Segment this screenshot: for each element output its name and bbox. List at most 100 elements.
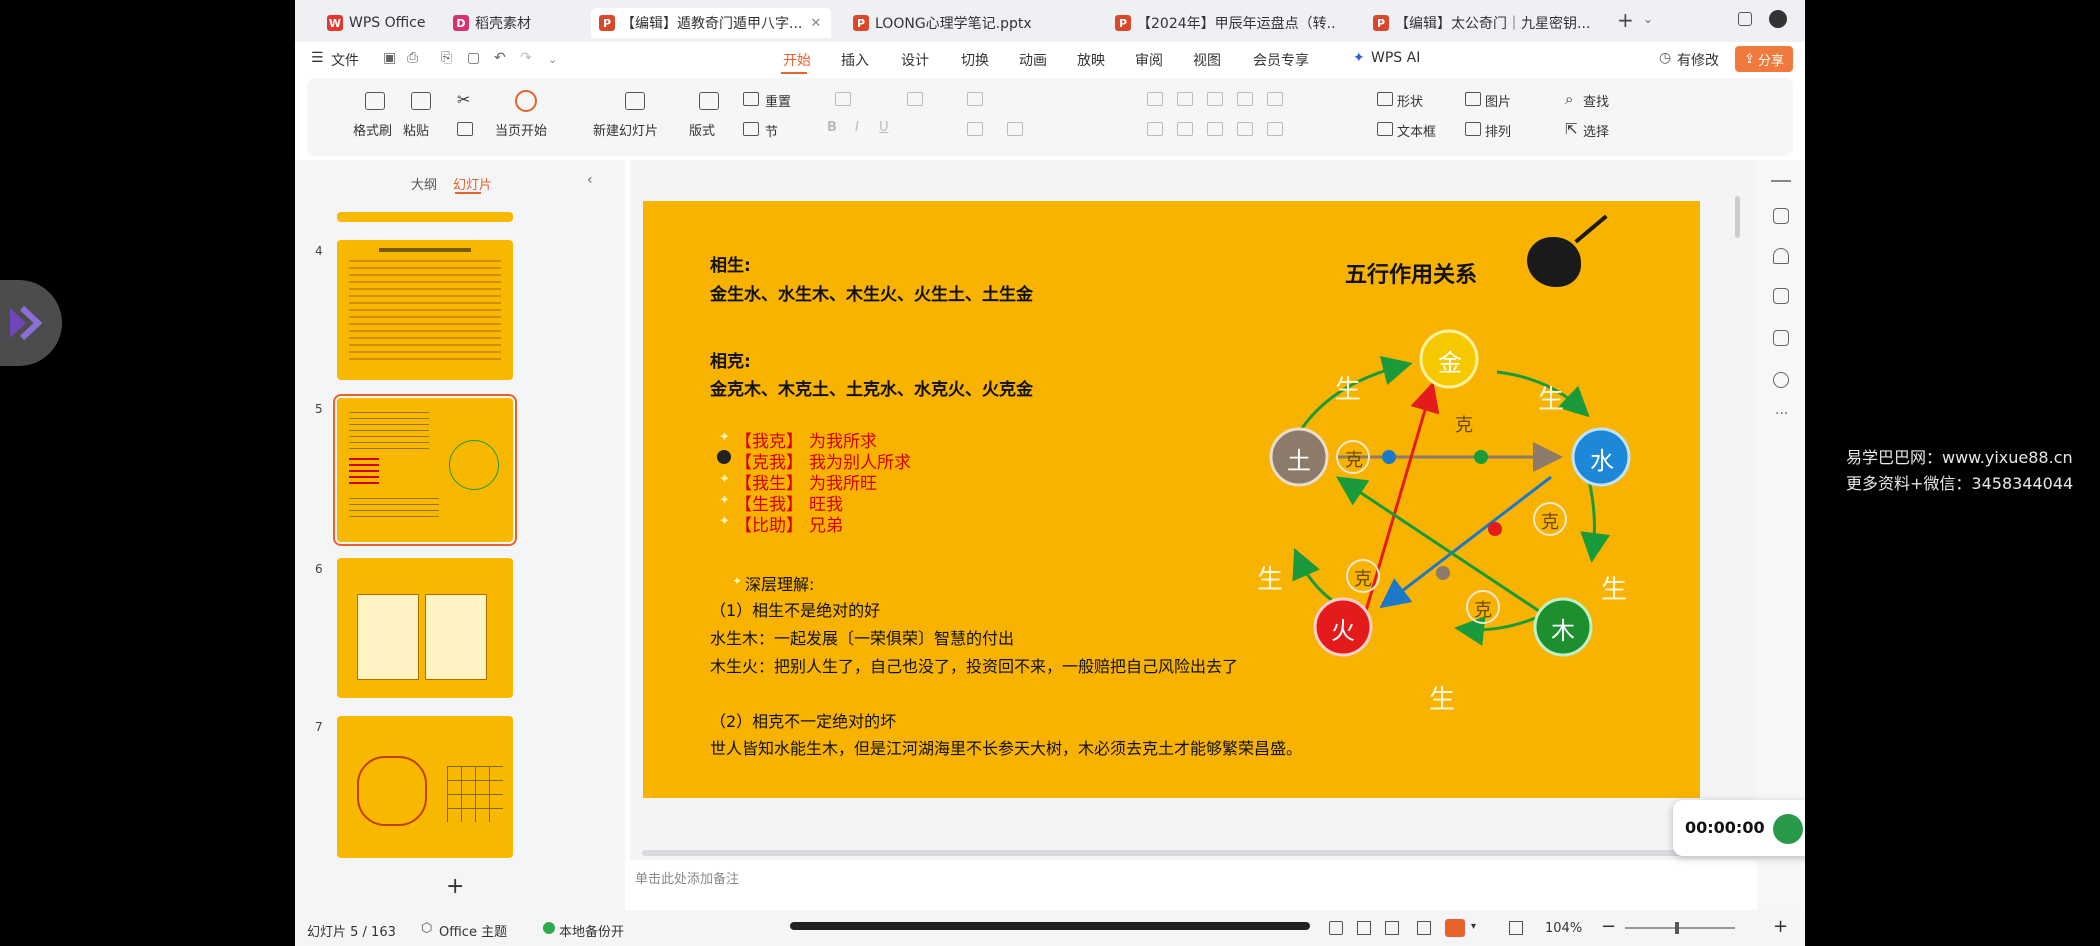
- local-backup-toggle[interactable]: 本地备份开: [559, 921, 624, 940]
- textbox-button[interactable]: 文本框: [1397, 121, 1436, 140]
- tab-2024-review[interactable]: P 【2024年】甲辰年运盘点（转...: [1107, 8, 1337, 38]
- font-family-dropdown[interactable]: [835, 92, 851, 106]
- format-painter-button[interactable]: 格式刷: [353, 120, 392, 139]
- picture-icon[interactable]: [1465, 92, 1481, 106]
- picture-button[interactable]: 图片: [1485, 91, 1511, 110]
- slide-thumbnail-6[interactable]: [337, 558, 513, 698]
- preview-icon[interactable]: ▢: [467, 50, 480, 66]
- slide-thumbnail-3-partial[interactable]: [337, 212, 513, 222]
- menu-tab-slideshow[interactable]: 放映: [1077, 50, 1105, 70]
- slide-sorter-icon[interactable]: [1357, 921, 1371, 935]
- menu-tab-wps-ai[interactable]: WPS AI: [1371, 50, 1420, 66]
- numbering-icon[interactable]: [1177, 92, 1193, 106]
- print-icon[interactable]: ⎘: [441, 50, 452, 66]
- tab-wps-office[interactable]: W WPS Office: [319, 8, 439, 38]
- tab-taigong-qimen[interactable]: P 【编辑】太公奇门｜九星密钥...: [1365, 8, 1595, 38]
- zoom-slider-thumb[interactable]: [1675, 922, 1679, 934]
- fit-window-icon[interactable]: [1509, 921, 1523, 935]
- textbox-icon[interactable]: [1377, 122, 1393, 136]
- cursor-icon[interactable]: ⇱: [1565, 120, 1578, 138]
- layout-button[interactable]: 版式: [689, 120, 715, 139]
- play-from-current-button[interactable]: 当页开始: [495, 120, 547, 139]
- font-size-dropdown[interactable]: [907, 92, 923, 106]
- menu-tab-view[interactable]: 视图: [1193, 50, 1221, 70]
- menu-tab-review[interactable]: 审阅: [1135, 50, 1163, 70]
- save-icon[interactable]: ▣: [383, 50, 396, 66]
- underline-icon[interactable]: U: [879, 120, 889, 135]
- tab-docer[interactable]: D 稻壳素材: [445, 8, 585, 38]
- tab-slides[interactable]: 幻灯片: [453, 174, 492, 193]
- font-color-icon[interactable]: [967, 122, 983, 136]
- hamburger-icon[interactable]: ☰: [311, 50, 324, 66]
- bold-icon[interactable]: B: [827, 120, 837, 135]
- section-button[interactable]: 节: [765, 121, 778, 140]
- current-slide[interactable]: 相生: 金生水、水生木、木生火、火生土、土生金 相克: 金克木、木克土、土克水、…: [643, 201, 1700, 798]
- slide-thumbnail-4[interactable]: [337, 240, 513, 380]
- notes-input[interactable]: 单击此处添加备注: [635, 868, 739, 887]
- tab-list-chevron-icon[interactable]: ⌄: [1643, 12, 1653, 26]
- slide-thumbnail-5-selected[interactable]: [333, 394, 517, 546]
- zoom-in-button[interactable]: +: [1773, 916, 1788, 937]
- reset-icon[interactable]: [743, 92, 759, 106]
- distribute-icon[interactable]: [1267, 122, 1283, 136]
- has-edit-button[interactable]: 有修改: [1677, 50, 1719, 70]
- slideshow-chevron-icon[interactable]: ▾: [1471, 921, 1476, 932]
- shape-button[interactable]: 形状: [1397, 91, 1423, 110]
- shape-icon[interactable]: [1377, 92, 1393, 106]
- arrange-icon[interactable]: [1465, 122, 1481, 136]
- more-icon[interactable]: ···: [1775, 406, 1788, 422]
- horizontal-scrollbar[interactable]: [642, 850, 1692, 856]
- highlight-icon[interactable]: [1007, 122, 1023, 136]
- play-icon[interactable]: [515, 90, 537, 112]
- justify-icon[interactable]: [1237, 122, 1253, 136]
- undo-icon[interactable]: ↶: [494, 50, 506, 66]
- presenter-icon[interactable]: [1417, 921, 1431, 935]
- zoom-level[interactable]: 104%: [1545, 921, 1582, 936]
- export-pdf-icon[interactable]: ⎙: [407, 50, 418, 66]
- edit-image-icon[interactable]: [1773, 330, 1789, 346]
- settings-sliders-icon[interactable]: [1773, 208, 1789, 224]
- normal-view-icon[interactable]: [1329, 921, 1343, 935]
- menu-tab-insert[interactable]: 插入: [841, 50, 869, 70]
- mascot-icon[interactable]: [1773, 814, 1803, 844]
- new-slide-button[interactable]: 新建幻灯片: [593, 120, 658, 139]
- align-left-icon[interactable]: [1147, 122, 1163, 136]
- menu-tab-transition[interactable]: 切换: [961, 50, 989, 70]
- history-icon[interactable]: [1773, 372, 1789, 388]
- select-button[interactable]: 选择: [1583, 121, 1609, 140]
- tab-outline[interactable]: 大纲: [411, 174, 437, 193]
- bullets-icon[interactable]: [1147, 92, 1163, 106]
- copy-layer-icon[interactable]: [1773, 288, 1789, 304]
- copy-icon[interactable]: [457, 122, 473, 136]
- share-button[interactable]: ⇪ 分享: [1735, 46, 1793, 72]
- play-slideshow-button[interactable]: [1445, 919, 1465, 937]
- star-icon[interactable]: [1773, 248, 1789, 264]
- tab-active-presentation[interactable]: P 【编辑】遁教奇门遁甲八字... ✕: [591, 8, 831, 38]
- vertical-scrollbar[interactable]: [1735, 196, 1740, 238]
- menu-tab-home[interactable]: 开始: [783, 50, 811, 70]
- align-center-icon[interactable]: [1177, 122, 1193, 136]
- format-painter-icon[interactable]: [365, 92, 385, 110]
- arrange-button[interactable]: 排列: [1485, 121, 1511, 140]
- avatar[interactable]: [1769, 10, 1787, 28]
- reading-view-icon[interactable]: [1385, 921, 1399, 935]
- line-spacing-icon[interactable]: [1267, 92, 1283, 106]
- new-slide-icon[interactable]: [625, 92, 645, 110]
- redo-icon[interactable]: ↷: [520, 50, 532, 66]
- collapse-panel-chevron-icon[interactable]: ‹: [587, 172, 593, 188]
- tab-loong-notes[interactable]: P LOONG心理学笔记.pptx: [845, 8, 1075, 38]
- menu-tab-member[interactable]: 会员专享: [1253, 50, 1309, 70]
- reset-button[interactable]: 重置: [765, 91, 791, 110]
- close-icon[interactable]: ✕: [810, 16, 821, 31]
- search-icon[interactable]: ⌕: [1565, 90, 1573, 108]
- find-button[interactable]: 查找: [1583, 91, 1609, 110]
- cut-icon[interactable]: ✂: [457, 90, 470, 109]
- slide-thumbnail-7[interactable]: [337, 716, 513, 858]
- theme-name[interactable]: Office 主题: [439, 921, 507, 940]
- floating-side-button[interactable]: [0, 280, 62, 366]
- outdent-icon[interactable]: [1237, 92, 1253, 106]
- menu-tab-animation[interactable]: 动画: [1019, 50, 1047, 70]
- menu-tab-design[interactable]: 设计: [901, 50, 929, 70]
- zoom-out-button[interactable]: −: [1601, 916, 1616, 937]
- paste-icon[interactable]: [411, 92, 431, 110]
